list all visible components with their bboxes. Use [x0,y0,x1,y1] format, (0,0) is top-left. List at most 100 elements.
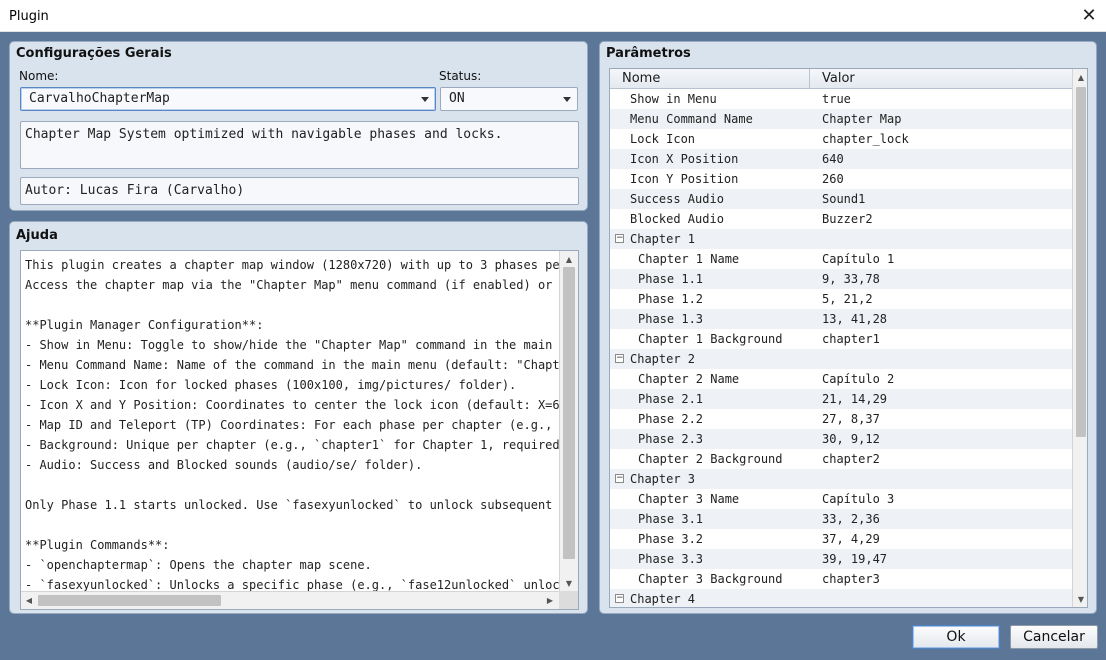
help-textarea[interactable]: This plugin creates a chapter map window… [20,250,579,610]
parameter-group-row[interactable]: − Chapter 3 [610,469,1072,489]
general-settings-title: Configurações Gerais [16,46,172,61]
arrow-down-icon[interactable]: ▼ [560,575,578,591]
status-combobox[interactable]: ON [440,87,578,111]
parameter-row[interactable]: Phase 2.1 21, 14,29 [610,389,1072,409]
help-vertical-scrollbar[interactable]: ▲ ▼ [559,251,578,591]
name-label: Nome: [19,69,59,83]
help-line: - Lock Icon: Icon for locked phases (100… [25,378,517,392]
parameter-name: Phase 1.2 [638,292,704,306]
parameter-row[interactable]: Phase 1.3 13, 41,28 [610,309,1072,329]
parameter-row[interactable]: Lock Icon chapter_lock [610,129,1072,149]
general-settings-panel: Configurações Gerais Nome: CarvalhoChapt… [9,41,588,211]
parameter-name: Phase 1.1 [638,272,704,286]
minus-box-icon[interactable]: − [615,594,624,603]
help-line: - Show in Menu: Toggle to show/hide the … [25,338,559,352]
parameters-rows: Show in Menu true Menu Command Name Chapter… [610,89,1072,607]
parameter-name: Chapter 2 Background [638,452,783,466]
scroll-corner [559,591,578,609]
parameter-row[interactable]: Blocked Audio Buzzer2 [610,209,1072,229]
parameter-row[interactable]: Menu Command Name Chapter Map [610,109,1072,129]
parameter-group-row[interactable]: − Chapter 2 [610,349,1072,369]
parameter-name: Phase 2.2 [638,412,704,426]
parameter-row[interactable]: Phase 3.2 37, 4,29 [610,529,1072,549]
parameter-value: chapter1 [822,332,880,346]
help-line: - `openchaptermap`: Opens the chapter ma… [25,558,372,572]
close-icon[interactable]: ✕ [1078,4,1100,26]
title-bar: Plugin ✕ [0,0,1106,32]
parameter-row[interactable]: Success Audio Sound1 [610,189,1072,209]
help-title: Ajuda [16,228,58,243]
arrow-left-icon[interactable]: ◀ [21,592,37,609]
minus-box-icon[interactable]: − [615,354,624,363]
parameter-name: Chapter 2 Name [638,372,740,386]
parameter-name: Blocked Audio [630,212,724,226]
arrow-up-icon[interactable]: ▲ [560,251,578,267]
author-textbox[interactable]: Autor: Lucas Fira (Carvalho) [20,177,579,205]
name-combobox[interactable]: CarvalhoChapterMap [20,87,436,111]
minus-box-icon[interactable]: − [615,474,624,483]
parameter-row[interactable]: Phase 1.1 9, 33,78 [610,269,1072,289]
help-line: **Plugin Commands**: [25,538,170,552]
parameter-name: Icon Y Position [630,172,739,186]
parameters-vertical-scroll-thumb[interactable] [1076,87,1086,437]
parameter-row[interactable]: Chapter 3 Background chapter3 [610,569,1072,589]
arrow-down-icon[interactable]: ▼ [1073,591,1087,607]
parameter-group-row[interactable]: − Chapter 4 [610,589,1072,607]
help-line: Only Phase 1.1 starts unlocked. Use `fas… [25,498,559,512]
parameter-value: Capítulo 1 [822,252,895,266]
parameter-value: chapter3 [822,572,880,586]
parameter-value: 33, 2,36 [822,512,880,526]
description-textbox[interactable]: Chapter Map System optimized with naviga… [20,121,579,169]
parameter-name: Icon X Position [630,152,739,166]
parameter-name: Phase 3.3 [638,552,704,566]
parameter-name: Chapter 3 Background [638,572,783,586]
help-line [25,295,555,315]
parameters-vertical-scrollbar[interactable]: ▲ ▼ [1072,69,1087,607]
help-line: - `fasexyunlocked`: Unlocks a specific p… [25,578,559,591]
parameter-group-row[interactable]: − Chapter 1 [610,229,1072,249]
parameter-row[interactable]: Phase 1.2 5, 21,2 [610,289,1072,309]
help-line [25,515,555,535]
parameter-row[interactable]: Phase 2.3 30, 9,12 [610,429,1072,449]
arrow-up-icon[interactable]: ▲ [1073,69,1087,85]
parameter-value: chapter2 [822,452,880,466]
parameter-row[interactable]: Phase 2.2 27, 8,37 [610,409,1072,429]
parameter-value: 39, 19,47 [822,552,888,566]
name-combobox-value: CarvalhoChapterMap [29,91,170,106]
parameter-row[interactable]: Chapter 2 Name Capítulo 2 [610,369,1072,389]
cancel-button[interactable]: Cancelar [1010,625,1098,649]
parameter-row[interactable]: Chapter 1 Background chapter1 [610,329,1072,349]
parameter-name: Phase 2.1 [638,392,704,406]
help-line: This plugin creates a chapter map window… [25,258,559,272]
parameter-value: 260 [822,172,844,186]
parameter-name: Menu Command Name [630,112,753,126]
help-vertical-scroll-thumb[interactable] [563,267,575,559]
parameter-row[interactable]: Icon Y Position 260 [610,169,1072,189]
parameter-row[interactable]: Phase 3.3 39, 19,47 [610,549,1072,569]
parameter-row[interactable]: Chapter 2 Background chapter2 [610,449,1072,469]
help-line: **Plugin Manager Configuration**: [25,318,264,332]
chevron-down-icon [563,97,571,102]
parameter-name: Chapter 2 [630,352,696,366]
help-horizontal-scrollbar[interactable]: ◀ ▶ [21,591,559,609]
parameter-value: 30, 9,12 [822,432,880,446]
parameter-row[interactable]: Chapter 1 Name Capítulo 1 [610,249,1072,269]
column-header-name[interactable]: Nome [610,69,810,89]
help-text: This plugin creates a chapter map window… [21,251,559,591]
parameter-row[interactable]: Icon X Position 640 [610,149,1072,169]
parameters-grid[interactable]: Nome Valor Show in Menu true Menu Command … [609,68,1088,608]
ok-button[interactable]: Ok [912,625,1000,649]
column-header-value[interactable]: Valor [822,71,855,86]
parameter-value: Buzzer2 [822,212,873,226]
parameter-value: 27, 8,37 [822,412,880,426]
parameter-name: Chapter 3 [630,472,696,486]
parameter-name: Chapter 4 [630,592,696,606]
parameter-row[interactable]: Show in Menu true [610,89,1072,109]
parameter-row[interactable]: Chapter 3 Name Capítulo 3 [610,489,1072,509]
arrow-right-icon[interactable]: ▶ [542,592,558,609]
minus-box-icon[interactable]: − [615,234,624,243]
help-horizontal-scroll-thumb[interactable] [38,595,221,606]
parameter-row[interactable]: Phase 3.1 33, 2,36 [610,509,1072,529]
parameter-value: Capítulo 3 [822,492,895,506]
dialog-client: Configurações Gerais Nome: CarvalhoChapt… [0,32,1106,660]
